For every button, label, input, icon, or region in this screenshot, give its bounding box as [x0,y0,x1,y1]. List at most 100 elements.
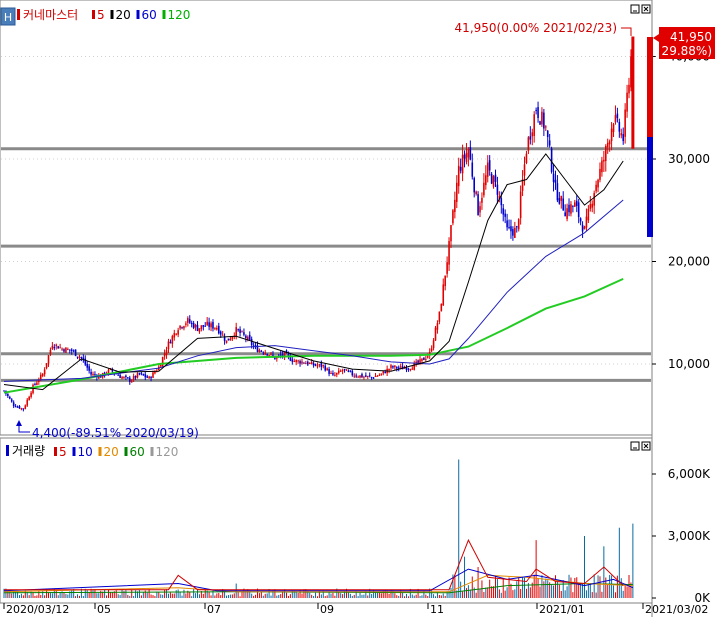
candle-body [202,325,205,327]
candle-body [426,356,429,358]
candle-body [221,334,224,336]
candle-body [479,206,481,213]
candle-body [198,328,201,332]
candle-body [132,376,135,380]
candle-body [353,375,356,377]
candle-body [502,208,505,215]
candle-body [603,159,605,162]
candle-body [361,374,363,378]
candle-body [357,376,359,378]
candle-body [123,376,125,378]
volume-legend-ma-label: 60 [130,445,145,459]
volume-minimize-icon[interactable] [630,441,640,451]
candle-body [622,134,624,142]
candle-body [446,262,448,274]
candle-body [47,355,50,364]
candle-body [24,405,27,409]
candle-body [343,368,346,370]
x-tick-label: 07 [207,603,221,616]
candle-body [270,353,272,355]
candle-body [624,109,626,137]
candle-body [399,366,402,368]
candle-body [229,338,232,341]
candle-body [192,323,195,329]
candle-body [328,369,330,374]
candle-body [130,380,133,383]
candle-body [535,109,537,111]
candle-body [341,370,344,372]
candle-body [455,182,458,202]
legend-ma-label: 20 [116,8,131,22]
candle-body [612,124,615,133]
candle-body [459,166,462,171]
range-bar-down [647,137,653,237]
candle-body [144,374,147,378]
candle-body [508,226,510,228]
candle-body [28,396,30,401]
candle-body [397,367,400,369]
candle-body [314,364,317,366]
candle-body [546,130,549,138]
candle-body [545,126,547,128]
candle-body [127,377,129,379]
candle-body [163,353,166,357]
candle-body [376,375,379,377]
candle-body [128,377,131,382]
volume-panel-frame [0,437,653,604]
candle-body [378,374,381,376]
candle-body [34,383,36,385]
legend-marker [17,9,20,20]
candle-body [190,322,193,324]
candle-body [121,376,123,379]
volume-legend-ma-marker [98,447,102,456]
candle-body [494,174,497,182]
candle-body [216,327,218,330]
candle-body [154,371,156,374]
candle-body [239,329,241,334]
candle-body [188,319,191,323]
candle-body [316,365,319,367]
candle-body [604,145,607,162]
candle-body [432,340,435,349]
candle-body [457,165,460,187]
candle-body [210,323,212,328]
candle-body [566,208,568,219]
candle-body [10,399,13,402]
legend-ma-marker [136,10,140,19]
candle-body [396,367,398,369]
candle-body [74,349,77,356]
candle-body [177,330,179,335]
candle-body [266,353,268,356]
candle-body [548,140,551,146]
candle-body [32,384,34,394]
candle-body [490,173,493,184]
candle-body [481,197,483,203]
candle-body [61,348,63,350]
candle-body [452,210,454,224]
candle-body [486,162,489,177]
candle-body [454,199,456,213]
candle-body [330,372,332,374]
candle-body [260,350,263,352]
candle-body [523,164,526,176]
candle-body [305,363,307,365]
minimize-icon[interactable] [630,4,640,14]
y-tick-label: 10,000 [668,357,710,371]
candle-body [593,193,595,206]
candle-body [430,348,433,352]
candle-body [287,354,290,356]
candle-body [510,226,512,232]
volume-title: 거래량 [12,444,45,458]
candle-body [150,377,152,379]
volume-legend-ma-marker [72,447,76,456]
candle-body [68,349,71,351]
candle-body [16,406,19,408]
candle-body [225,340,228,343]
candle-body [488,160,491,171]
candle-body [407,368,410,370]
candle-body [527,137,530,151]
candle-body [575,200,578,206]
candle-body [322,365,325,367]
candle-body [562,198,565,211]
candle-body [444,275,446,287]
